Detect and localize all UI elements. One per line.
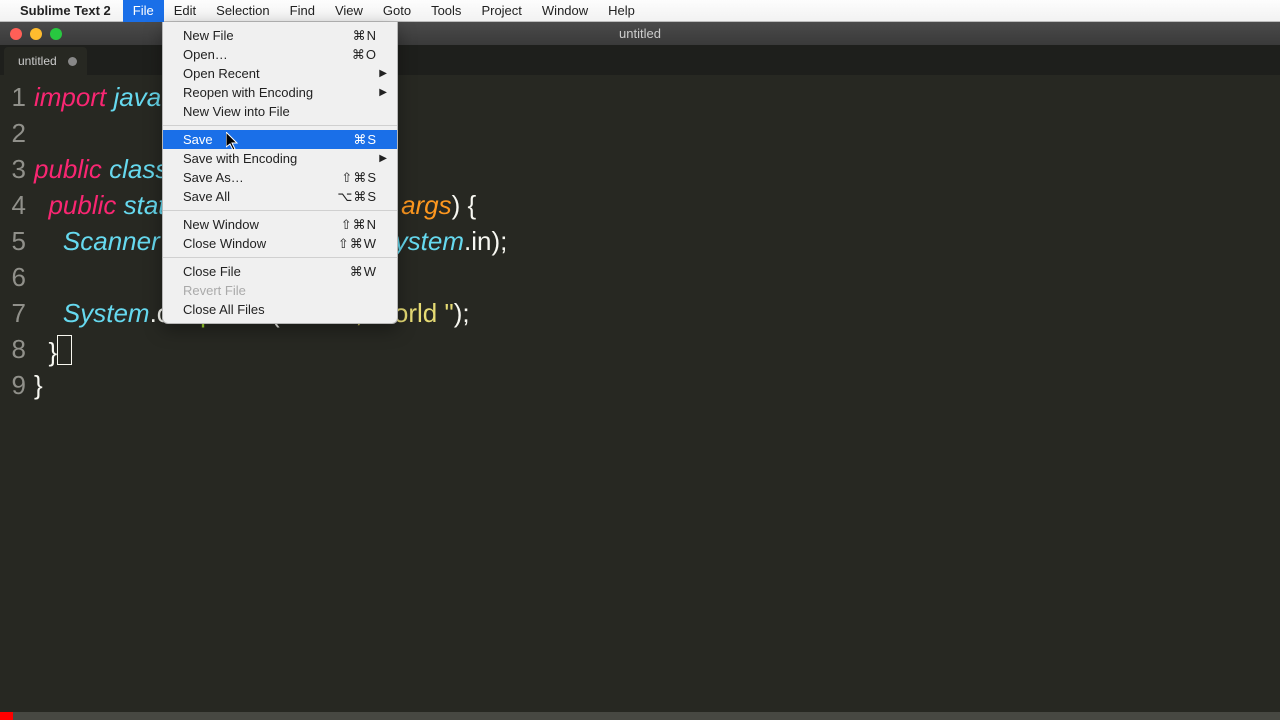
- line-number: 9: [0, 367, 26, 403]
- shortcut-label: ⌘W: [350, 264, 377, 280]
- menu-find[interactable]: Find: [280, 0, 325, 22]
- submenu-arrow-icon: ▶: [379, 68, 387, 79]
- line-number: 6: [0, 259, 26, 295]
- menu-item-label: Close Window: [183, 236, 266, 251]
- menu-item-reopen-with-encoding[interactable]: Reopen with Encoding ▶: [163, 83, 397, 102]
- menu-item-save-with-encoding[interactable]: Save with Encoding ▶: [163, 149, 397, 168]
- tab-untitled[interactable]: untitled: [4, 47, 87, 75]
- mouse-cursor-icon: [226, 132, 242, 152]
- menu-item-open-[interactable]: Open… ⌘O: [163, 45, 397, 64]
- menu-edit[interactable]: Edit: [164, 0, 206, 22]
- menu-item-save[interactable]: Save ⌘S: [163, 130, 397, 149]
- line-number: 4: [0, 187, 26, 223]
- text-cursor: [57, 335, 72, 365]
- line-number: 5: [0, 223, 26, 259]
- traffic-lights: [0, 28, 62, 40]
- menu-separator: [163, 125, 397, 126]
- menu-item-label: Close File: [183, 264, 241, 279]
- menu-item-save-as-[interactable]: Save As… ⇧⌘S: [163, 168, 397, 187]
- line-gutter: 123456789: [0, 75, 34, 712]
- shortcut-label: ⇧⌘N: [341, 217, 377, 233]
- line-number: 1: [0, 79, 26, 115]
- menu-item-label: Save As…: [183, 170, 244, 185]
- line-number: 2: [0, 115, 26, 151]
- menu-item-new-view-into-file[interactable]: New View into File: [163, 102, 397, 121]
- menu-item-label: New File: [183, 28, 234, 43]
- code-line: }: [34, 331, 1280, 367]
- menu-item-close-window[interactable]: Close Window ⇧⌘W: [163, 234, 397, 253]
- shortcut-label: ⌘O: [352, 47, 377, 63]
- file-menu-dropdown: New File⌘NOpen…⌘OOpen Recent▶Reopen with…: [162, 22, 398, 324]
- video-progress-played: [0, 712, 13, 720]
- video-progress-bar[interactable]: [0, 712, 1280, 720]
- menu-item-label: New View into File: [183, 104, 290, 119]
- menu-goto[interactable]: Goto: [373, 0, 421, 22]
- menu-item-label: Open…: [183, 47, 228, 62]
- submenu-arrow-icon: ▶: [379, 153, 387, 164]
- menu-separator: [163, 210, 397, 211]
- menu-item-label: Save All: [183, 189, 230, 204]
- menubar-items: FileEditSelectionFindViewGotoToolsProjec…: [123, 0, 645, 22]
- menu-selection[interactable]: Selection: [206, 0, 279, 22]
- menu-item-close-all-files[interactable]: Close All Files: [163, 300, 397, 319]
- app-name[interactable]: Sublime Text 2: [20, 3, 111, 18]
- menu-item-label: Open Recent: [183, 66, 260, 81]
- menu-window[interactable]: Window: [532, 0, 598, 22]
- shortcut-label: ⌥⌘S: [337, 189, 377, 205]
- shortcut-label: ⇧⌘S: [341, 170, 377, 186]
- shortcut-label: ⇧⌘W: [338, 236, 377, 252]
- menu-file[interactable]: File: [123, 0, 164, 22]
- tab-label: untitled: [18, 54, 57, 68]
- submenu-arrow-icon: ▶: [379, 87, 387, 98]
- minimize-window-icon[interactable]: [30, 28, 42, 40]
- menu-help[interactable]: Help: [598, 0, 645, 22]
- menu-view[interactable]: View: [325, 0, 373, 22]
- menu-item-close-file[interactable]: Close File ⌘W: [163, 262, 397, 281]
- close-window-icon[interactable]: [10, 28, 22, 40]
- line-number: 7: [0, 295, 26, 331]
- zoom-window-icon[interactable]: [50, 28, 62, 40]
- line-number: 8: [0, 331, 26, 367]
- shortcut-label: ⌘N: [353, 28, 377, 44]
- menu-item-open-recent[interactable]: Open Recent ▶: [163, 64, 397, 83]
- line-number: 3: [0, 151, 26, 187]
- menu-project[interactable]: Project: [471, 0, 531, 22]
- menu-item-new-window[interactable]: New Window ⇧⌘N: [163, 215, 397, 234]
- menu-item-label: New Window: [183, 217, 259, 232]
- menu-item-label: Reopen with Encoding: [183, 85, 313, 100]
- macos-menubar: Sublime Text 2 FileEditSelectionFindView…: [0, 0, 1280, 22]
- menu-item-label: Close All Files: [183, 302, 265, 317]
- menu-item-save-all[interactable]: Save All ⌥⌘S: [163, 187, 397, 206]
- menu-item-label: Revert File: [183, 283, 246, 298]
- tab-modified-icon: [68, 57, 77, 66]
- menu-tools[interactable]: Tools: [421, 0, 471, 22]
- menu-separator: [163, 257, 397, 258]
- menu-item-revert-file: Revert File: [163, 281, 397, 300]
- code-line: }: [34, 367, 1280, 403]
- menu-item-label: Save with Encoding: [183, 151, 297, 166]
- menu-item-label: Save: [183, 132, 213, 147]
- shortcut-label: ⌘S: [353, 132, 377, 148]
- menu-item-new-file[interactable]: New File ⌘N: [163, 26, 397, 45]
